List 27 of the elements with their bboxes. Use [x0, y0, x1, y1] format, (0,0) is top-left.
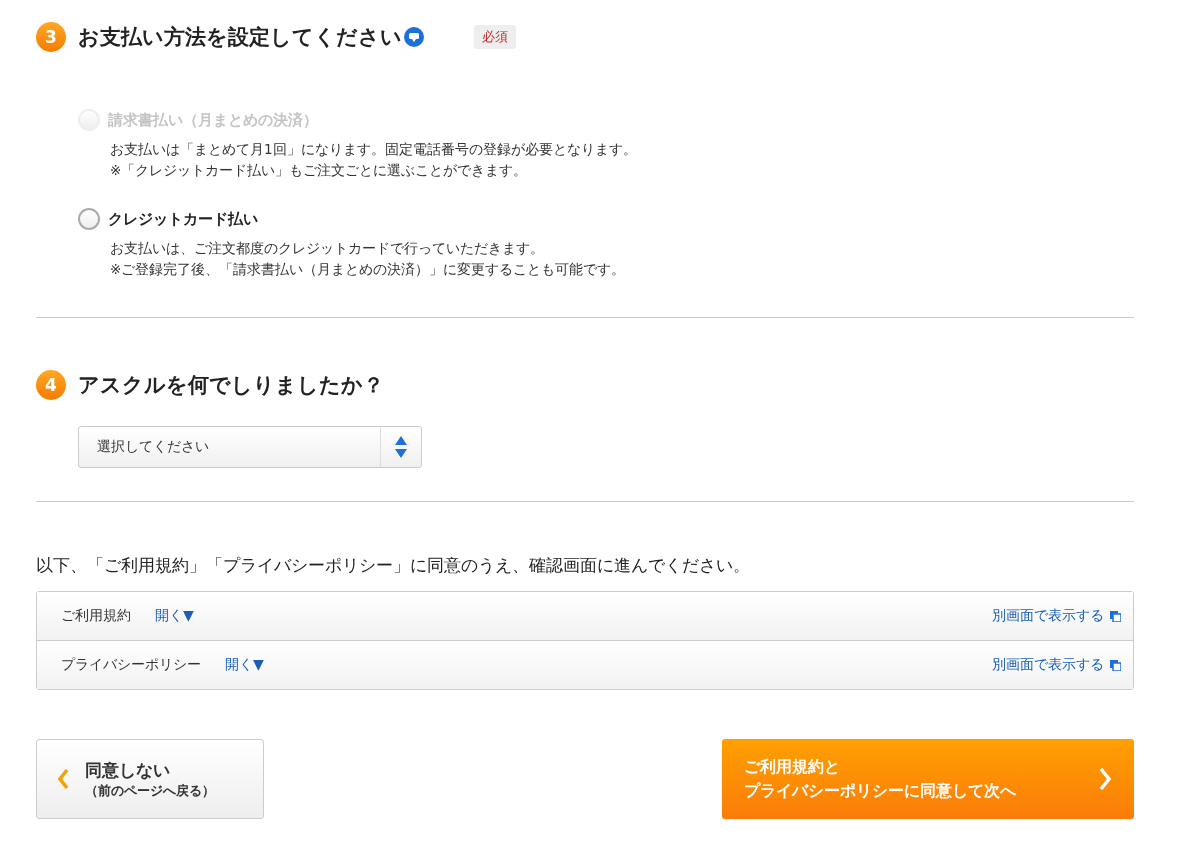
section-title: お支払い方法を設定してください: [78, 24, 402, 51]
chevron-left-icon: [57, 768, 69, 790]
chevron-right-icon: [1098, 767, 1112, 791]
disagree-button[interactable]: 同意しない （前のページへ戻る）: [36, 739, 264, 819]
new-window-icon: [1110, 610, 1121, 622]
option-description: お支払いは、ご注文都度のクレジットカードで行っていただきます。: [110, 240, 545, 258]
open-link[interactable]: 開く▼: [225, 656, 264, 674]
step-number: 4: [36, 370, 66, 400]
open-link[interactable]: 開く▼: [155, 607, 194, 625]
document-name: ご利用規約: [61, 607, 131, 625]
agreement-text: 以下、「ご利用規約」「プライバシーポリシー」に同意のうえ、確認画面に進んでください。: [36, 554, 751, 577]
option-label: 請求書払い（月まとめの決済）: [108, 110, 318, 130]
new-window-link[interactable]: 別画面で表示する: [992, 607, 1104, 625]
radio-button[interactable]: [78, 208, 100, 230]
chat-bubble-icon[interactable]: [404, 27, 424, 47]
option-description: ※「クレジットカード払い」もご注文ごとに選ぶことができます。: [110, 162, 529, 180]
new-window-link[interactable]: 別画面で表示する: [992, 656, 1104, 674]
required-badge: 必須: [474, 25, 516, 49]
option-description: お支払いは「まとめて月1回」になります。固定電話番号の登録が必要となります。: [110, 141, 638, 159]
section-title: アスクルを何でしりましたか？: [78, 372, 384, 399]
new-window-icon: [1110, 659, 1121, 671]
option-label: クレジットカード払い: [108, 209, 258, 229]
select-dropdown[interactable]: 選択してください: [78, 426, 422, 468]
option-description: ※ご登録完了後、「請求書払い（月まとめの決済）」に変更することも可能です。: [110, 261, 627, 279]
up-down-arrow-icon: [395, 436, 407, 458]
document-name: プライバシーポリシー: [61, 656, 201, 674]
step-number: 3: [36, 22, 66, 52]
